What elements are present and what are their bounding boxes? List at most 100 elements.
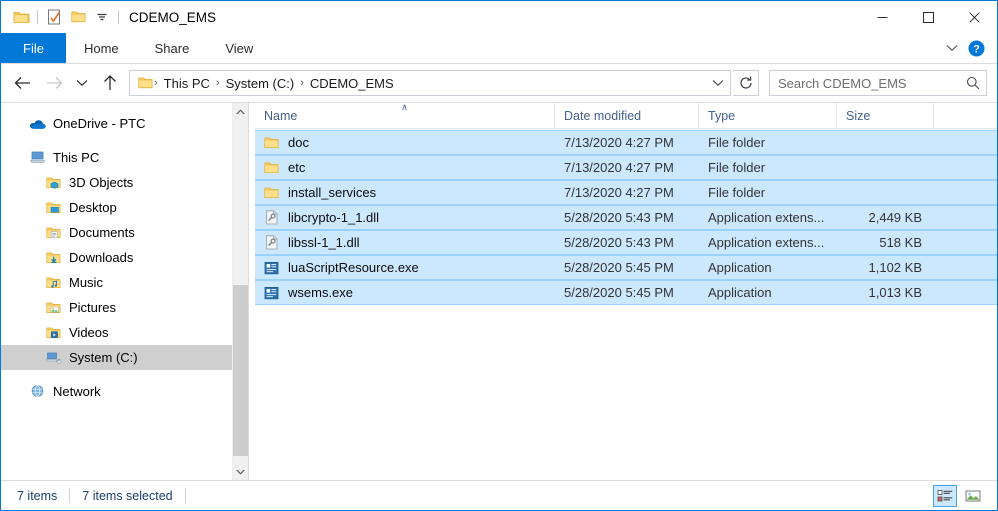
sidebar-item-label: Desktop <box>69 200 117 215</box>
sidebar-item-network[interactable]: Network <box>1 379 248 404</box>
table-row[interactable]: doc 7/13/2020 4:27 PM File folder <box>255 130 997 155</box>
scrollbar-thumb[interactable] <box>233 284 248 457</box>
expand-ribbon-chevron-down-icon[interactable] <box>946 44 958 52</box>
this-pc-icon <box>29 149 46 166</box>
forward-button[interactable] <box>39 69 69 97</box>
table-row[interactable]: install_services 7/13/2020 4:27 PM File … <box>255 180 997 205</box>
table-row[interactable]: libssl-1_1.dll 5/28/2020 5:43 PM Applica… <box>255 230 997 255</box>
tab-share[interactable]: Share <box>137 33 208 63</box>
breadcrumb-folder-icon <box>136 76 153 90</box>
breadcrumb: › This PC › System (C:) › CDEMO_EMS <box>136 74 708 93</box>
sidebar-item-documents[interactable]: Documents <box>1 220 248 245</box>
minimize-button[interactable] <box>859 1 905 33</box>
scroll-up-arrow-icon[interactable] <box>233 103 248 120</box>
file-date-cell: 7/13/2020 4:27 PM <box>564 185 674 200</box>
sidebar-item-system-c[interactable]: System (C:) <box>1 345 248 370</box>
file-size-cell: 1,013 KB <box>868 285 923 300</box>
search-icon[interactable] <box>966 76 980 90</box>
column-header-date-modified[interactable]: Date modified <box>555 103 699 128</box>
close-button[interactable] <box>951 1 997 33</box>
file-type-cell: File folder <box>708 160 766 175</box>
address-input[interactable]: › This PC › System (C:) › CDEMO_EMS <box>129 70 731 96</box>
sidebar-item-music[interactable]: Music <box>1 270 248 295</box>
title-bar: CDEMO_EMS <box>1 1 997 33</box>
details-view-button[interactable] <box>933 484 957 507</box>
table-row[interactable]: etc 7/13/2020 4:27 PM File folder <box>255 155 997 180</box>
tab-file[interactable]: File <box>1 33 66 63</box>
sidebar-item-desktop[interactable]: Desktop <box>1 195 248 220</box>
column-header-label: Name <box>264 108 298 123</box>
qat-new-folder-icon[interactable] <box>66 5 90 29</box>
file-size-cell: 518 KB <box>879 235 922 250</box>
folder-downloads-icon <box>45 249 62 266</box>
table-row[interactable]: luaScriptResource.exe 5/28/2020 5:45 PM … <box>255 255 997 280</box>
search-box[interactable] <box>769 70 987 96</box>
column-headers: ∧ Name Date modified Type Size <box>255 103 997 129</box>
file-name-label: install_services <box>288 185 377 200</box>
folder-documents-icon <box>45 224 62 241</box>
file-name-label: libcrypto-1_1.dll <box>288 210 380 225</box>
large-icons-view-button[interactable] <box>961 485 985 507</box>
window-title: CDEMO_EMS <box>129 9 217 25</box>
dll-icon <box>263 234 280 251</box>
refresh-icon[interactable] <box>733 70 759 96</box>
explorer-body: OneDrive - PTC This PC 3D Objects Deskto… <box>1 102 997 480</box>
column-header-type[interactable]: Type <box>699 103 837 128</box>
sidebar-item-this-pc[interactable]: This PC <box>1 145 248 170</box>
file-explorer-window: CDEMO_EMS File Home Share View ? › This … <box>0 0 998 511</box>
status-divider-1 <box>69 488 71 503</box>
qat-divider-1 <box>37 10 38 24</box>
scrollbar-track[interactable] <box>233 120 248 463</box>
svg-text:?: ? <box>973 43 980 55</box>
sidebar-item-videos[interactable]: Videos <box>1 320 248 345</box>
file-type-cell: Application extens... <box>708 235 825 250</box>
folder-desktop-icon <box>45 199 62 216</box>
sidebar-item-label: 3D Objects <box>69 175 134 190</box>
column-header-name[interactable]: ∧ Name <box>255 103 555 128</box>
column-header-filler <box>934 103 997 128</box>
up-button[interactable] <box>95 69 125 97</box>
file-date-cell: 5/28/2020 5:45 PM <box>564 260 674 275</box>
search-input[interactable] <box>778 75 966 91</box>
qat-properties-icon[interactable] <box>42 5 66 29</box>
address-dropdown-chevron-down-icon[interactable] <box>708 71 728 95</box>
file-name-label: libssl-1_1.dll <box>288 235 360 250</box>
maximize-button[interactable] <box>905 1 951 33</box>
item-count-label: 7 items <box>17 488 58 503</box>
sidebar-item-label: OneDrive - PTC <box>53 116 146 131</box>
file-date-cell: 7/13/2020 4:27 PM <box>564 160 674 175</box>
sidebar-item-label: Pictures <box>69 300 116 315</box>
column-header-label: Size <box>846 108 871 123</box>
breadcrumb-item-this-pc[interactable]: This PC <box>159 74 215 93</box>
file-type-cell: File folder <box>708 135 766 150</box>
column-header-size[interactable]: Size <box>837 103 934 128</box>
file-name-cell: wsems.exe <box>255 284 555 301</box>
sidebar-item-pictures[interactable]: Pictures <box>1 295 248 320</box>
sidebar-item-label: Documents <box>69 225 135 240</box>
file-date-cell: 7/13/2020 4:27 PM <box>564 135 674 150</box>
sidebar-item-label: Network <box>53 384 101 399</box>
file-name-cell: libssl-1_1.dll <box>255 234 555 251</box>
sidebar-item-3d-objects[interactable]: 3D Objects <box>1 170 248 195</box>
table-row[interactable]: wsems.exe 5/28/2020 5:45 PM Application … <box>255 280 997 305</box>
table-row[interactable]: libcrypto-1_1.dll 5/28/2020 5:43 PM Appl… <box>255 205 997 230</box>
folder-icon <box>263 134 280 151</box>
breadcrumb-item-cdemo-ems[interactable]: CDEMO_EMS <box>305 74 399 93</box>
scroll-down-arrow-icon[interactable] <box>233 463 248 480</box>
sidebar-item-onedrive[interactable]: OneDrive - PTC <box>1 111 248 136</box>
breadcrumb-item-system-c[interactable]: System (C:) <box>221 74 300 93</box>
tab-home[interactable]: Home <box>66 33 137 63</box>
recent-locations-chevron-down-icon[interactable] <box>71 69 93 97</box>
tab-view[interactable]: View <box>207 33 271 63</box>
sidebar-item-label: Videos <box>69 325 109 340</box>
status-divider-2 <box>184 488 186 503</box>
navigation-scrollbar[interactable] <box>232 103 248 480</box>
folder-icon <box>263 184 280 201</box>
back-button[interactable] <box>7 69 37 97</box>
help-icon[interactable]: ? <box>968 40 985 57</box>
ribbon-spacer <box>271 33 946 63</box>
qat-customize-chevron-down-icon[interactable] <box>90 5 114 29</box>
sidebar-item-downloads[interactable]: Downloads <box>1 245 248 270</box>
